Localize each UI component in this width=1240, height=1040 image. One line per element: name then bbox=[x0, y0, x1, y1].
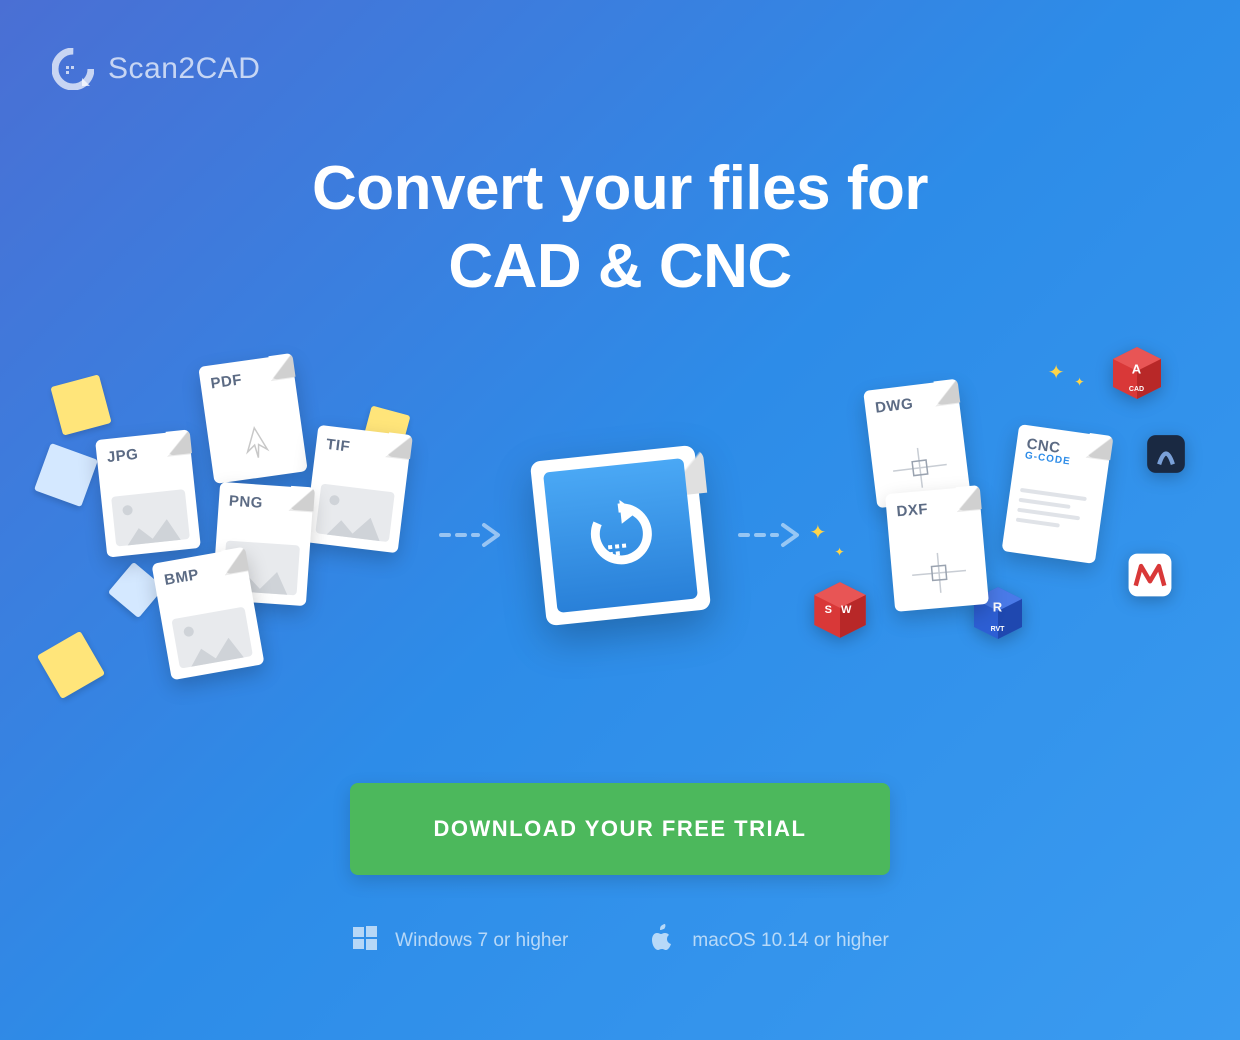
output-files-cluster: ✦ ✦ ✦ ✦ A CAD R RVT S W DWG bbox=[815, 370, 1155, 700]
download-trial-button[interactable]: DOWNLOAD YOUR FREE TRIAL bbox=[350, 783, 890, 875]
app-cube-archicad bbox=[1142, 430, 1190, 478]
sparkle-icon: ✦ bbox=[1048, 360, 1065, 385]
image-icon bbox=[315, 483, 395, 542]
cube-label: S W bbox=[825, 604, 855, 616]
cube-sublabel: CAD bbox=[1129, 386, 1144, 393]
sparkle-icon: ✦ bbox=[810, 520, 827, 545]
app-icon bbox=[538, 453, 703, 618]
file-card-bmp: BMP bbox=[151, 548, 264, 681]
cube-label: R bbox=[993, 600, 1002, 615]
windows-icon bbox=[351, 924, 379, 958]
windows-text: Windows 7 or higher bbox=[395, 930, 568, 952]
file-card-dxf: DXF bbox=[885, 486, 989, 612]
app-cube-solidworks: S W bbox=[810, 580, 870, 640]
file-card-pdf: PDF bbox=[198, 354, 308, 484]
mac-requirement: macOS 10.14 or higher bbox=[648, 924, 888, 958]
cad-drawing-icon bbox=[900, 545, 978, 601]
arrow-right-icon bbox=[426, 520, 516, 550]
app-cube-mastercam bbox=[1125, 550, 1175, 600]
sticky-note-icon bbox=[33, 443, 97, 507]
file-card-tif: TIF bbox=[304, 425, 412, 554]
logo: Scan2CAD bbox=[52, 48, 260, 90]
file-card-cnc: CNC G-CODE bbox=[1001, 424, 1112, 564]
mac-text: macOS 10.14 or higher bbox=[692, 930, 888, 952]
windows-requirement: Windows 7 or higher bbox=[351, 924, 568, 958]
file-card-jpg: JPG bbox=[95, 430, 201, 557]
image-icon bbox=[171, 607, 253, 669]
app-cube-autocad: A CAD bbox=[1109, 345, 1165, 401]
apple-icon bbox=[648, 924, 676, 958]
image-icon bbox=[111, 489, 190, 546]
sticky-note-icon bbox=[50, 374, 111, 435]
sparkle-icon: ✦ bbox=[835, 545, 845, 559]
logo-text: Scan2CAD bbox=[108, 52, 260, 86]
cube-sublabel: RVT bbox=[991, 626, 1005, 633]
page-headline: Convert your files forCAD & CNC bbox=[0, 150, 1240, 305]
logo-icon bbox=[52, 48, 94, 90]
os-requirements: Windows 7 or higher macOS 10.14 or highe… bbox=[0, 924, 1240, 958]
sticky-note-icon bbox=[36, 631, 104, 699]
input-files-cluster: PDF TIF JPG PNG BMP bbox=[86, 370, 426, 700]
cube-label: A bbox=[1132, 361, 1141, 376]
arrow-right-icon bbox=[725, 520, 815, 550]
conversion-flow: PDF TIF JPG PNG BMP bbox=[0, 370, 1240, 700]
sparkle-icon: ✦ bbox=[1074, 375, 1084, 389]
